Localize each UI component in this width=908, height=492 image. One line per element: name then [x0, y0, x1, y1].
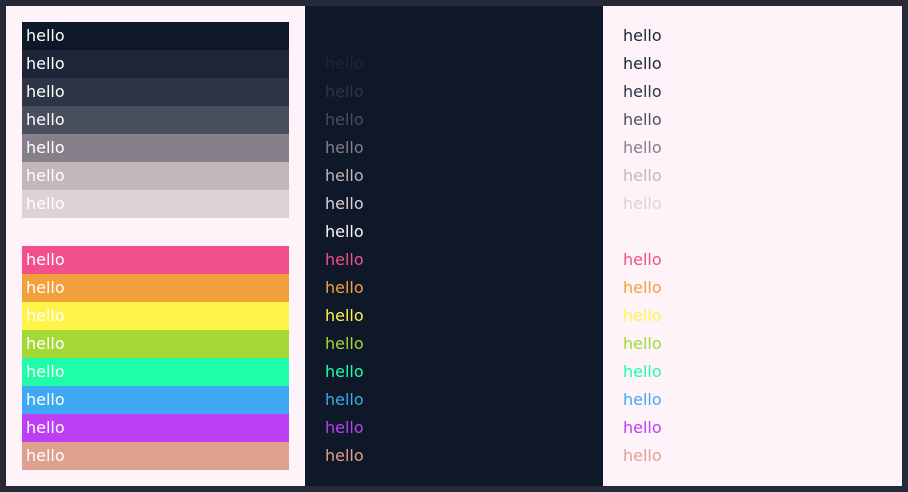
shade-swatch-7: hello: [22, 190, 289, 218]
dark-panel-shade-text-8: hello: [325, 222, 364, 241]
light-panel-shade-text-4: hello: [623, 110, 662, 129]
accent-swatch-4: hello: [22, 330, 289, 358]
dark-text-panel: hello hello hello hello hello hello hello hello…: [305, 6, 603, 486]
accent-swatch-5: hello: [22, 358, 289, 386]
shade-swatch-2: hello: [22, 50, 289, 78]
accent-swatch-3: hello: [22, 302, 289, 330]
light-panel-shade-text-1: hello: [623, 26, 662, 45]
dark-panel-shade-text-3: hello: [325, 82, 364, 101]
accent-swatch-2: hello: [22, 274, 289, 302]
accent-swatch-8: hello: [22, 442, 289, 470]
shade-swatch-6: hello: [22, 162, 289, 190]
light-panel-shade-text-7: hello: [623, 194, 662, 213]
light-panel-accent-text-6: hello: [623, 390, 662, 409]
dark-panel-accent-text-7: hello: [325, 418, 364, 437]
shade-swatch-5: hello: [22, 134, 289, 162]
light-panel-accent-text-4: hello: [623, 334, 662, 353]
light-panel-shade-text-2: hello: [623, 54, 662, 73]
light-panel-accent-text-8: hello: [623, 446, 662, 465]
dark-panel-shade-text-5: hello: [325, 138, 364, 157]
dark-panel-accent-text-4: hello: [325, 334, 364, 353]
light-panel-shade-text-6: hello: [623, 166, 662, 185]
shade-swatch-3: hello: [22, 78, 289, 106]
dark-panel-shade-text-4: hello: [325, 110, 364, 129]
dark-panel-shade-text-2: hello: [325, 54, 364, 73]
accent-swatch-7: hello: [22, 414, 289, 442]
color-swatch-grid: hello hello hello hello hello hello hello hello…: [6, 6, 902, 486]
light-panel-accent-text-2: hello: [623, 278, 662, 297]
dark-panel-accent-text-5: hello: [325, 362, 364, 381]
light-text-panel: hello hello hello hello hello hello hello hello…: [603, 6, 902, 486]
dark-panel-accent-text-3: hello: [325, 306, 364, 325]
light-panel-shade-text-5: hello: [623, 138, 662, 157]
light-panel-accent-text-5: hello: [623, 362, 662, 381]
light-panel-accent-text-1: hello: [623, 250, 662, 269]
accent-swatch-6: hello: [22, 386, 289, 414]
dark-panel-shade-text-6: hello: [325, 166, 364, 185]
dark-panel-accent-text-6: hello: [325, 390, 364, 409]
light-panel-accent-text-7: hello: [623, 418, 662, 437]
dark-panel-shade-text-7: hello: [325, 194, 364, 213]
shade-swatch-1: hello: [22, 22, 289, 50]
accent-swatch-1: hello: [22, 246, 289, 274]
shade-swatch-4: hello: [22, 106, 289, 134]
dark-panel-accent-text-1: hello: [325, 250, 364, 269]
background-swatch-panel: hello hello hello hello hello hello hello hello…: [6, 6, 305, 486]
dark-panel-accent-text-2: hello: [325, 278, 364, 297]
dark-panel-shade-text-1: hello: [325, 26, 364, 45]
light-panel-accent-text-3: hello: [623, 306, 662, 325]
dark-panel-accent-text-8: hello: [325, 446, 364, 465]
light-panel-shade-text-3: hello: [623, 82, 662, 101]
